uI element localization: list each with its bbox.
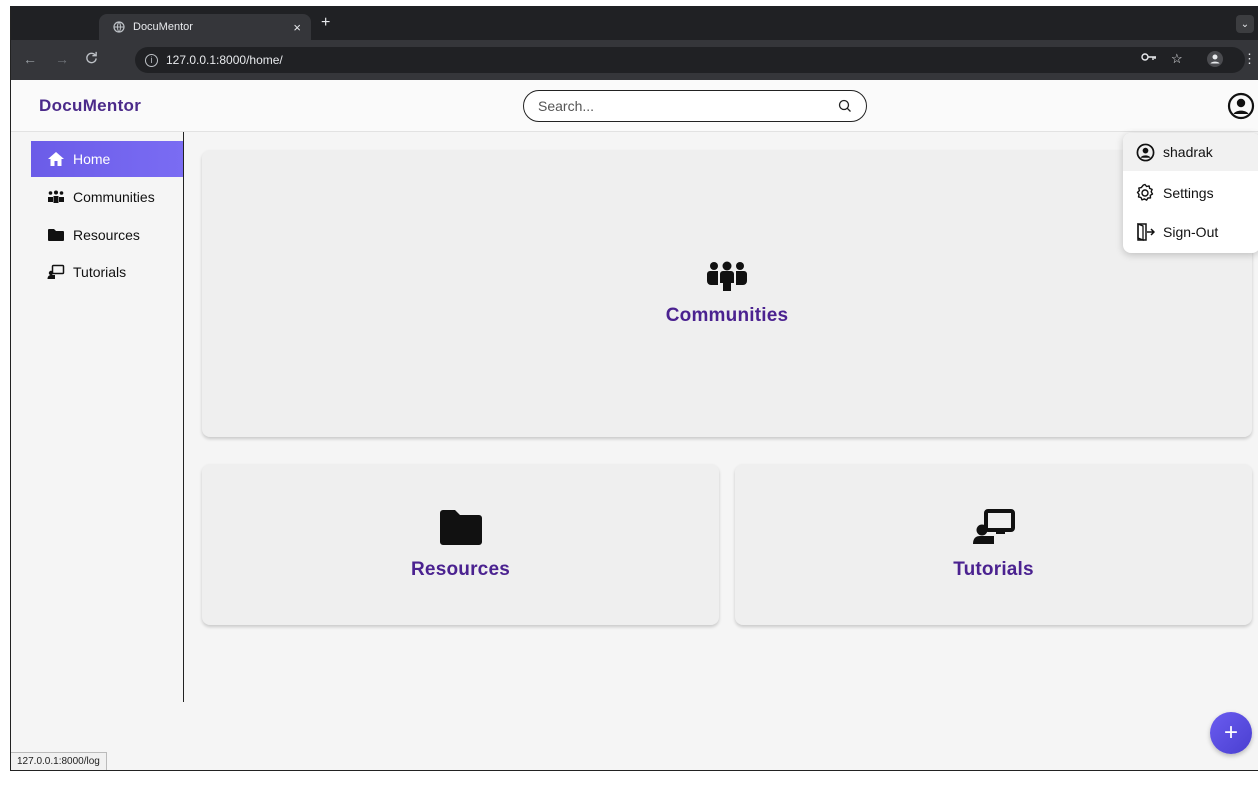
tab-bar: DocuMentor × + ⌄ (11, 6, 1258, 40)
sidebar-item-label: Resources (73, 227, 140, 243)
gear-icon (1135, 183, 1155, 203)
key-icon[interactable] (1141, 51, 1157, 66)
sidebar-item-resources[interactable]: Resources (31, 217, 183, 253)
resources-card[interactable]: Resources (202, 464, 719, 625)
status-url: 127.0.0.1:8000/log (11, 752, 107, 770)
profile-icon[interactable] (1227, 92, 1255, 120)
globe-icon (113, 21, 125, 33)
url-field[interactable]: i 127.0.0.1:8000/home/ (135, 47, 1245, 73)
tab-search-button[interactable]: ⌄ (1236, 15, 1254, 33)
communities-card[interactable]: Communities (202, 150, 1252, 437)
forward-icon[interactable]: → (55, 51, 69, 67)
dropdown-item-sign-out[interactable]: Sign-Out (1123, 213, 1258, 251)
add-button[interactable]: + (1210, 712, 1252, 754)
people-icon (706, 261, 748, 291)
browser-menu-icon[interactable]: ⋮ (1243, 51, 1256, 67)
new-tab-button[interactable]: + (321, 14, 330, 32)
sidebar-item-home[interactable]: Home (31, 141, 183, 177)
resources-card-label: Resources (411, 558, 510, 580)
sidebar-item-label: Tutorials (73, 264, 127, 280)
folder-icon (47, 227, 65, 243)
profile-dropdown: shadrak Settings Sign-Out (1123, 133, 1258, 253)
reload-icon[interactable] (85, 51, 98, 67)
communities-card-label: Communities (665, 304, 789, 326)
dropdown-item-settings[interactable]: Settings (1123, 174, 1258, 212)
tab-close-icon[interactable]: × (293, 20, 301, 35)
sidebar-item-label: Home (73, 151, 111, 167)
folder-icon (439, 509, 483, 545)
url-text: 127.0.0.1:8000/home/ (166, 53, 283, 67)
presentation-icon (972, 508, 1016, 545)
back-icon[interactable]: ← (23, 51, 37, 67)
brand-logo[interactable]: DocuMentor (39, 96, 141, 116)
browser-profile-icon[interactable] (1207, 51, 1223, 70)
address-bar: ← → i 127.0.0.1:8000/home/ ☆ ⋮ (11, 40, 1258, 80)
sidebar-item-communities[interactable]: Communities (31, 179, 183, 215)
app-header: DocuMentor (11, 80, 1258, 132)
search-bar[interactable] (523, 90, 867, 122)
bookmark-star-icon[interactable]: ☆ (1171, 51, 1183, 67)
tutorials-card[interactable]: Tutorials (735, 464, 1252, 625)
browser-tab[interactable]: DocuMentor × (99, 14, 311, 40)
sidebar-item-tutorials[interactable]: Tutorials (31, 254, 183, 290)
search-input[interactable] (538, 98, 838, 114)
sidebar: Home Communities Resources Tutorials (31, 132, 184, 702)
presentation-icon (47, 264, 65, 280)
dropdown-item-label: Settings (1163, 185, 1214, 201)
people-icon (47, 189, 65, 205)
dropdown-item-label: shadrak (1163, 144, 1213, 160)
user-circle-icon (1135, 142, 1155, 162)
sidebar-item-label: Communities (73, 189, 155, 205)
dropdown-item-username[interactable]: shadrak (1123, 133, 1258, 171)
tutorials-card-label: Tutorials (953, 558, 1034, 580)
search-icon[interactable] (838, 99, 852, 113)
browser-window: DocuMentor × + ⌄ ← → i 127.0.0.1:8000/ho… (10, 6, 1258, 771)
home-icon (47, 151, 65, 167)
site-info-icon[interactable]: i (145, 53, 158, 67)
sign-out-icon (1135, 222, 1155, 242)
tab-title: DocuMentor (133, 21, 193, 33)
dropdown-item-label: Sign-Out (1163, 224, 1219, 240)
